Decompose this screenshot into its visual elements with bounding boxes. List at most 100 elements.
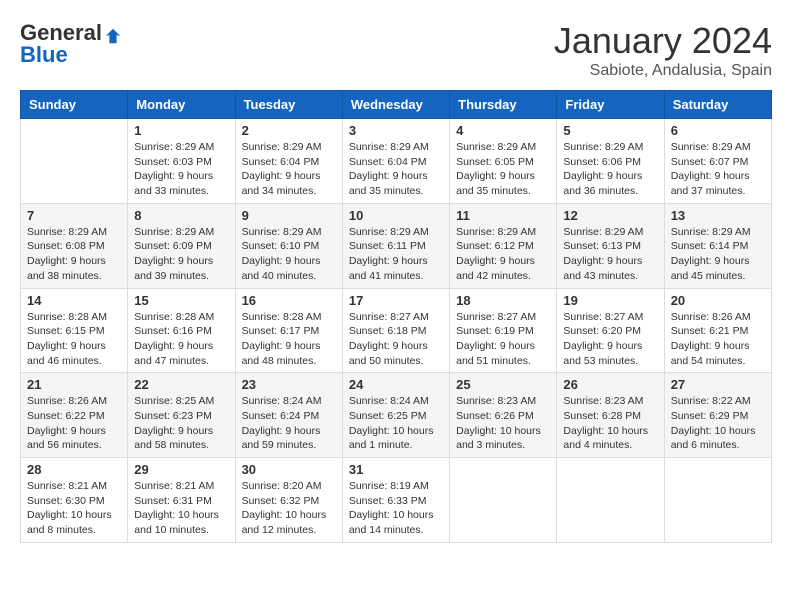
day-info: Sunrise: 8:29 AMSunset: 6:04 PMDaylight:…: [349, 140, 443, 199]
day-number: 14: [27, 293, 121, 308]
day-number: 18: [456, 293, 550, 308]
day-info: Sunrise: 8:29 AMSunset: 6:14 PMDaylight:…: [671, 225, 765, 284]
day-number: 21: [27, 377, 121, 392]
calendar-cell: 1 Sunrise: 8:29 AMSunset: 6:03 PMDayligh…: [128, 119, 235, 204]
day-number: 13: [671, 208, 765, 223]
day-number: 5: [563, 123, 657, 138]
day-info: Sunrise: 8:29 AMSunset: 6:13 PMDaylight:…: [563, 225, 657, 284]
day-number: 30: [242, 462, 336, 477]
day-number: 12: [563, 208, 657, 223]
calendar-cell: 22 Sunrise: 8:25 AMSunset: 6:23 PMDaylig…: [128, 373, 235, 458]
day-number: 4: [456, 123, 550, 138]
calendar-cell: 4 Sunrise: 8:29 AMSunset: 6:05 PMDayligh…: [450, 119, 557, 204]
day-number: 2: [242, 123, 336, 138]
day-info: Sunrise: 8:26 AMSunset: 6:22 PMDaylight:…: [27, 394, 121, 453]
location-subtitle: Sabiote, Andalusia, Spain: [554, 62, 772, 80]
page-header: General Blue January 2024 Sabiote, Andal…: [20, 20, 772, 80]
day-info: Sunrise: 8:27 AMSunset: 6:20 PMDaylight:…: [563, 310, 657, 369]
day-number: 24: [349, 377, 443, 392]
day-number: 20: [671, 293, 765, 308]
calendar-table: Sunday Monday Tuesday Wednesday Thursday…: [20, 90, 772, 543]
day-info: Sunrise: 8:29 AMSunset: 6:10 PMDaylight:…: [242, 225, 336, 284]
calendar-cell-empty: [557, 458, 664, 543]
calendar-header-row: Sunday Monday Tuesday Wednesday Thursday…: [21, 91, 772, 119]
calendar-cell: 15 Sunrise: 8:28 AMSunset: 6:16 PMDaylig…: [128, 288, 235, 373]
day-number: 28: [27, 462, 121, 477]
day-info: Sunrise: 8:28 AMSunset: 6:15 PMDaylight:…: [27, 310, 121, 369]
day-info: Sunrise: 8:29 AMSunset: 6:05 PMDaylight:…: [456, 140, 550, 199]
calendar-cell: 19 Sunrise: 8:27 AMSunset: 6:20 PMDaylig…: [557, 288, 664, 373]
calendar-cell-empty: [664, 458, 771, 543]
calendar-cell: 28 Sunrise: 8:21 AMSunset: 6:30 PMDaylig…: [21, 458, 128, 543]
day-info: Sunrise: 8:29 AMSunset: 6:06 PMDaylight:…: [563, 140, 657, 199]
calendar-cell: 5 Sunrise: 8:29 AMSunset: 6:06 PMDayligh…: [557, 119, 664, 204]
day-info: Sunrise: 8:29 AMSunset: 6:11 PMDaylight:…: [349, 225, 443, 284]
day-number: 25: [456, 377, 550, 392]
day-number: 1: [134, 123, 228, 138]
calendar-cell: 7 Sunrise: 8:29 AMSunset: 6:08 PMDayligh…: [21, 203, 128, 288]
logo: General Blue: [20, 20, 122, 68]
header-saturday: Saturday: [664, 91, 771, 119]
header-sunday: Sunday: [21, 91, 128, 119]
day-number: 31: [349, 462, 443, 477]
title-area: January 2024 Sabiote, Andalusia, Spain: [554, 20, 772, 80]
calendar-cell: 18 Sunrise: 8:27 AMSunset: 6:19 PMDaylig…: [450, 288, 557, 373]
calendar-cell: 27 Sunrise: 8:22 AMSunset: 6:29 PMDaylig…: [664, 373, 771, 458]
calendar-cell: 29 Sunrise: 8:21 AMSunset: 6:31 PMDaylig…: [128, 458, 235, 543]
day-info: Sunrise: 8:19 AMSunset: 6:33 PMDaylight:…: [349, 479, 443, 538]
calendar-cell: 3 Sunrise: 8:29 AMSunset: 6:04 PMDayligh…: [342, 119, 449, 204]
day-info: Sunrise: 8:28 AMSunset: 6:17 PMDaylight:…: [242, 310, 336, 369]
calendar-cell: 2 Sunrise: 8:29 AMSunset: 6:04 PMDayligh…: [235, 119, 342, 204]
calendar-cell: 17 Sunrise: 8:27 AMSunset: 6:18 PMDaylig…: [342, 288, 449, 373]
calendar-cell: 31 Sunrise: 8:19 AMSunset: 6:33 PMDaylig…: [342, 458, 449, 543]
day-info: Sunrise: 8:27 AMSunset: 6:18 PMDaylight:…: [349, 310, 443, 369]
logo-bird-icon: [104, 27, 122, 45]
day-info: Sunrise: 8:21 AMSunset: 6:31 PMDaylight:…: [134, 479, 228, 538]
day-info: Sunrise: 8:29 AMSunset: 6:07 PMDaylight:…: [671, 140, 765, 199]
header-friday: Friday: [557, 91, 664, 119]
calendar-cell: 11 Sunrise: 8:29 AMSunset: 6:12 PMDaylig…: [450, 203, 557, 288]
calendar-cell: 14 Sunrise: 8:28 AMSunset: 6:15 PMDaylig…: [21, 288, 128, 373]
day-info: Sunrise: 8:25 AMSunset: 6:23 PMDaylight:…: [134, 394, 228, 453]
day-number: 8: [134, 208, 228, 223]
calendar-cell: 25 Sunrise: 8:23 AMSunset: 6:26 PMDaylig…: [450, 373, 557, 458]
month-title: January 2024: [554, 20, 772, 62]
day-number: 27: [671, 377, 765, 392]
table-row: 28 Sunrise: 8:21 AMSunset: 6:30 PMDaylig…: [21, 458, 772, 543]
header-monday: Monday: [128, 91, 235, 119]
day-number: 23: [242, 377, 336, 392]
day-number: 16: [242, 293, 336, 308]
calendar-cell: 26 Sunrise: 8:23 AMSunset: 6:28 PMDaylig…: [557, 373, 664, 458]
logo-blue-text: Blue: [20, 42, 68, 68]
table-row: 14 Sunrise: 8:28 AMSunset: 6:15 PMDaylig…: [21, 288, 772, 373]
header-tuesday: Tuesday: [235, 91, 342, 119]
day-info: Sunrise: 8:29 AMSunset: 6:08 PMDaylight:…: [27, 225, 121, 284]
calendar-cell-empty: [450, 458, 557, 543]
day-info: Sunrise: 8:27 AMSunset: 6:19 PMDaylight:…: [456, 310, 550, 369]
day-info: Sunrise: 8:20 AMSunset: 6:32 PMDaylight:…: [242, 479, 336, 538]
day-info: Sunrise: 8:24 AMSunset: 6:25 PMDaylight:…: [349, 394, 443, 453]
day-info: Sunrise: 8:22 AMSunset: 6:29 PMDaylight:…: [671, 394, 765, 453]
header-thursday: Thursday: [450, 91, 557, 119]
day-info: Sunrise: 8:28 AMSunset: 6:16 PMDaylight:…: [134, 310, 228, 369]
header-wednesday: Wednesday: [342, 91, 449, 119]
table-row: 7 Sunrise: 8:29 AMSunset: 6:08 PMDayligh…: [21, 203, 772, 288]
calendar-cell: 24 Sunrise: 8:24 AMSunset: 6:25 PMDaylig…: [342, 373, 449, 458]
calendar-cell: 6 Sunrise: 8:29 AMSunset: 6:07 PMDayligh…: [664, 119, 771, 204]
day-info: Sunrise: 8:26 AMSunset: 6:21 PMDaylight:…: [671, 310, 765, 369]
day-number: 6: [671, 123, 765, 138]
day-info: Sunrise: 8:23 AMSunset: 6:26 PMDaylight:…: [456, 394, 550, 453]
calendar-cell: 30 Sunrise: 8:20 AMSunset: 6:32 PMDaylig…: [235, 458, 342, 543]
day-number: 9: [242, 208, 336, 223]
day-info: Sunrise: 8:21 AMSunset: 6:30 PMDaylight:…: [27, 479, 121, 538]
table-row: 1 Sunrise: 8:29 AMSunset: 6:03 PMDayligh…: [21, 119, 772, 204]
calendar-cell: 21 Sunrise: 8:26 AMSunset: 6:22 PMDaylig…: [21, 373, 128, 458]
day-info: Sunrise: 8:29 AMSunset: 6:03 PMDaylight:…: [134, 140, 228, 199]
calendar-cell: 16 Sunrise: 8:28 AMSunset: 6:17 PMDaylig…: [235, 288, 342, 373]
day-number: 29: [134, 462, 228, 477]
calendar-cell: 9 Sunrise: 8:29 AMSunset: 6:10 PMDayligh…: [235, 203, 342, 288]
calendar-cell: 13 Sunrise: 8:29 AMSunset: 6:14 PMDaylig…: [664, 203, 771, 288]
table-row: 21 Sunrise: 8:26 AMSunset: 6:22 PMDaylig…: [21, 373, 772, 458]
day-info: Sunrise: 8:24 AMSunset: 6:24 PMDaylight:…: [242, 394, 336, 453]
calendar-cell: 8 Sunrise: 8:29 AMSunset: 6:09 PMDayligh…: [128, 203, 235, 288]
